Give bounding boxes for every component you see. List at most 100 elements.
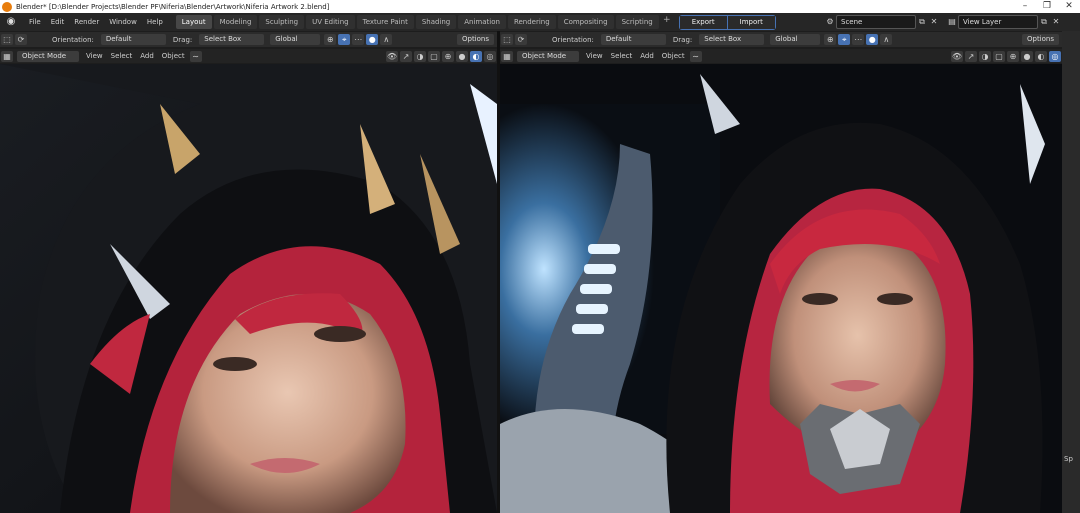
remove-scene-icon[interactable]: ✕: [928, 16, 940, 28]
menu-object[interactable]: Object: [158, 52, 189, 60]
menu-window[interactable]: Window: [104, 18, 142, 26]
wireframe-shading-icon[interactable]: ⊕: [1007, 50, 1019, 62]
view-layer-icon[interactable]: ▤: [946, 16, 958, 28]
mode-dropdown[interactable]: Object Mode: [517, 50, 579, 62]
gizmo-icon[interactable]: ↗: [400, 50, 412, 62]
left-viewport-render[interactable]: [0, 64, 497, 513]
transform-orientation-dropdown[interactable]: Global: [770, 34, 821, 45]
close-icon[interactable]: ✕: [1058, 0, 1080, 13]
tool-select-icon[interactable]: ⬚: [501, 34, 513, 45]
tab-modeling[interactable]: Modeling: [213, 15, 258, 29]
link-icon[interactable]: ∼: [689, 50, 702, 62]
falloff-icon[interactable]: ∧: [880, 34, 893, 45]
visibility-icon[interactable]: 👁: [951, 50, 963, 62]
menu-view[interactable]: View: [582, 52, 607, 60]
solid-shading-icon[interactable]: ●: [456, 50, 468, 62]
view-layer-field[interactable]: View Layer: [958, 15, 1038, 29]
export-button[interactable]: Export: [679, 15, 727, 29]
scene-icon[interactable]: ⚙: [824, 16, 836, 28]
copy-scene-icon[interactable]: ⧉: [916, 16, 928, 28]
tool-select-icon[interactable]: ⬚: [1, 34, 13, 45]
rendered-shading-icon[interactable]: ◎: [1049, 50, 1061, 62]
orientation-dropdown[interactable]: Default: [100, 34, 166, 45]
editor-type-icon[interactable]: ▦: [501, 50, 513, 62]
drag-label: Drag:: [172, 35, 193, 44]
menu-select[interactable]: Select: [607, 52, 637, 60]
tab-uv-editing[interactable]: UV Editing: [306, 15, 355, 29]
transform-pivot-icon[interactable]: ⟳: [515, 34, 527, 45]
mode-dropdown[interactable]: Object Mode: [17, 50, 79, 62]
menu-file[interactable]: File: [24, 18, 46, 26]
snap-icon[interactable]: ⌖: [338, 34, 351, 45]
link-icon[interactable]: ∼: [189, 50, 202, 62]
gizmo-icon[interactable]: ↗: [965, 50, 977, 62]
editor-type-icon[interactable]: ▦: [1, 50, 13, 62]
properties-sidebar-strip[interactable]: Sp: [1062, 31, 1080, 513]
orientation-dropdown[interactable]: Default: [600, 34, 666, 45]
tab-scripting[interactable]: Scripting: [615, 15, 659, 29]
options-dropdown[interactable]: Options: [1021, 34, 1059, 45]
tab-texture-paint[interactable]: Texture Paint: [356, 15, 414, 29]
snap-target-icon[interactable]: ⋯: [852, 34, 865, 45]
pivot-point-icon[interactable]: ⊕: [324, 34, 337, 45]
copy-view-layer-icon[interactable]: ⧉: [1038, 16, 1050, 28]
right-render-image: [500, 64, 1062, 513]
transform-pivot-icon[interactable]: ⟳: [15, 34, 27, 45]
import-export-group: Export Import: [678, 14, 776, 30]
minimize-icon[interactable]: –: [1014, 0, 1036, 13]
tab-layout[interactable]: Layout: [175, 15, 212, 29]
window-titlebar: Blender* [D:\Blender Projects\Blender PF…: [0, 0, 1080, 13]
menu-view[interactable]: View: [82, 52, 107, 60]
drag-dropdown[interactable]: Select Box: [699, 34, 765, 45]
menu-edit[interactable]: Edit: [46, 18, 70, 26]
overlay-icon[interactable]: ◑: [979, 50, 991, 62]
visibility-icon[interactable]: 👁: [386, 50, 398, 62]
scene-field[interactable]: Scene: [836, 15, 916, 29]
remove-view-layer-icon[interactable]: ✕: [1050, 16, 1062, 28]
material-shading-icon[interactable]: ◐: [470, 50, 482, 62]
falloff-icon[interactable]: ∧: [380, 34, 393, 45]
xray-icon[interactable]: ▢: [428, 50, 440, 62]
menu-render[interactable]: Render: [69, 18, 104, 26]
overlay-icon[interactable]: ◑: [414, 50, 426, 62]
workspace-tabs: Layout Modeling Sculpting UV Editing Tex…: [175, 15, 673, 29]
scene-selector-area: ⚙ Scene ⧉ ✕ ▤ View Layer ⧉ ✕: [824, 15, 1062, 29]
options-dropdown[interactable]: Options: [456, 34, 494, 45]
shading-controls: 👁 ↗ ◑ ▢ ⊕ ● ◐ ◎: [385, 50, 497, 62]
window-title: Blender* [D:\Blender Projects\Blender PF…: [16, 2, 330, 11]
orientation-label: Orientation:: [552, 35, 594, 44]
menu-object[interactable]: Object: [658, 52, 689, 60]
right-viewport-header: ▦ Object Mode View Select Add Object ∼ 👁…: [500, 49, 1062, 63]
left-viewport-header: ▦ Object Mode View Select Add Object ∼ 👁…: [0, 49, 497, 63]
left-tool-header: ⬚ ⟳ Orientation: Default Drag: Select Bo…: [0, 32, 497, 47]
proportional-edit-icon[interactable]: ●: [866, 34, 879, 45]
drag-label: Drag:: [672, 35, 693, 44]
menu-select[interactable]: Select: [107, 52, 137, 60]
right-viewport-render[interactable]: [500, 64, 1062, 513]
menu-add[interactable]: Add: [136, 52, 158, 60]
tab-shading[interactable]: Shading: [415, 15, 457, 29]
snap-target-icon[interactable]: ⋯: [352, 34, 365, 45]
xray-icon[interactable]: ▢: [993, 50, 1005, 62]
import-button[interactable]: Import: [726, 15, 775, 29]
menu-help[interactable]: Help: [142, 18, 168, 26]
menu-add[interactable]: Add: [636, 52, 658, 60]
tab-compositing[interactable]: Compositing: [557, 15, 614, 29]
add-workspace-button[interactable]: +: [661, 15, 673, 29]
restore-icon[interactable]: ❐: [1036, 0, 1058, 13]
tab-sculpting[interactable]: Sculpting: [259, 15, 305, 29]
wireframe-shading-icon[interactable]: ⊕: [442, 50, 454, 62]
blender-logo-icon[interactable]: ◉: [4, 16, 18, 28]
sidebar-label: Sp: [1064, 455, 1073, 463]
rendered-shading-icon[interactable]: ◎: [484, 50, 496, 62]
snap-icon[interactable]: ⌖: [838, 34, 851, 45]
pivot-point-icon[interactable]: ⊕: [824, 34, 837, 45]
tab-animation[interactable]: Animation: [458, 15, 506, 29]
orientation-label: Orientation:: [52, 35, 94, 44]
material-shading-icon[interactable]: ◐: [1035, 50, 1047, 62]
drag-dropdown[interactable]: Select Box: [199, 34, 265, 45]
solid-shading-icon[interactable]: ●: [1021, 50, 1033, 62]
transform-orientation-dropdown[interactable]: Global: [270, 34, 321, 45]
proportional-edit-icon[interactable]: ●: [366, 34, 379, 45]
tab-rendering[interactable]: Rendering: [507, 15, 556, 29]
